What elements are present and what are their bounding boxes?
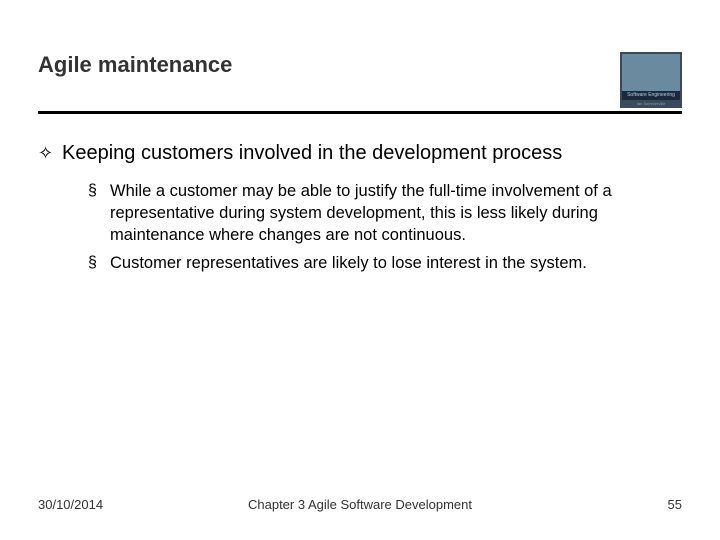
book-cover-logo: Software Engineering Ian Sommerville [620, 52, 682, 108]
slide: Agile maintenance Software Engineering I… [0, 0, 720, 540]
logo-image [622, 54, 680, 91]
title-row: Agile maintenance Software Engineering I… [38, 52, 682, 108]
footer-page-number: 55 [668, 497, 682, 512]
level2-text: While a customer may be able to justify … [110, 180, 682, 246]
slide-title: Agile maintenance [38, 52, 232, 78]
title-divider [38, 111, 682, 114]
bullet-level2: § Customer representatives are likely to… [88, 252, 682, 274]
logo-label: Software Engineering [622, 91, 680, 100]
bullet-level1: ✧ Keeping customers involved in the deve… [38, 140, 682, 166]
sub-bullets: § While a customer may be able to justif… [88, 180, 682, 274]
logo-author: Ian Sommerville [637, 101, 666, 106]
footer-date: 30/10/2014 [38, 497, 103, 512]
slide-footer: 30/10/2014 Chapter 3 Agile Software Deve… [38, 497, 682, 512]
slide-body: ✧ Keeping customers involved in the deve… [38, 140, 682, 280]
section-bullet-icon: § [88, 180, 110, 246]
footer-chapter: Chapter 3 Agile Software Development [38, 497, 682, 512]
level1-text: Keeping customers involved in the develo… [62, 140, 562, 166]
level2-text: Customer representatives are likely to l… [110, 252, 587, 274]
section-bullet-icon: § [88, 252, 110, 274]
diamond-bullet-icon: ✧ [38, 140, 62, 166]
bullet-level2: § While a customer may be able to justif… [88, 180, 682, 246]
